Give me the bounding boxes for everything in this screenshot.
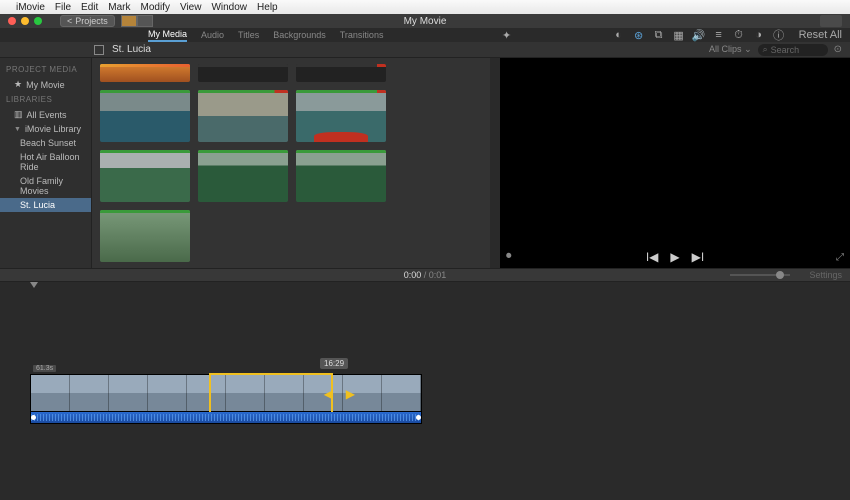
share-button[interactable] bbox=[820, 15, 842, 27]
sidebar-item-hot-air-balloon[interactable]: Hot Air Balloon Ride bbox=[0, 150, 91, 174]
media-browser bbox=[92, 58, 490, 268]
view-toggle[interactable] bbox=[121, 15, 153, 27]
browser-toolbar: St. Lucia All Clips ⌄ ⌕Search ⊙ bbox=[0, 42, 850, 58]
clip-thumbnail[interactable] bbox=[198, 150, 288, 202]
back-to-projects-button[interactable]: <Projects bbox=[60, 15, 115, 27]
color-correction-icon[interactable]: ⊛ bbox=[633, 29, 645, 41]
menu-view[interactable]: View bbox=[180, 2, 202, 13]
sidebar-item-old-family[interactable]: Old Family Movies bbox=[0, 174, 91, 198]
clip-thumbnail[interactable] bbox=[296, 150, 386, 202]
playback-controls: I◀ ▶ ▶I bbox=[646, 250, 704, 264]
crop-icon[interactable]: ⧉ bbox=[653, 29, 665, 41]
prev-button[interactable]: I◀ bbox=[646, 250, 659, 264]
fullscreen-icon[interactable]: ⤢ bbox=[836, 252, 844, 263]
menu-imovie[interactable]: iMovie bbox=[16, 2, 45, 13]
star-icon: ★ bbox=[14, 79, 22, 90]
current-event-label: St. Lucia bbox=[112, 44, 151, 55]
zoom-slider[interactable] bbox=[730, 274, 790, 276]
next-button[interactable]: ▶I bbox=[692, 250, 705, 264]
reset-all-button[interactable]: Reset All bbox=[799, 29, 842, 41]
calendar-icon: ▥ bbox=[14, 109, 23, 120]
clip-thumbnail[interactable] bbox=[100, 64, 190, 82]
current-time: 0:00 bbox=[404, 270, 422, 280]
sidebar-item-beach-sunset[interactable]: Beach Sunset bbox=[0, 136, 91, 150]
noise-icon[interactable]: ≡ bbox=[713, 29, 725, 41]
play-button[interactable]: ▶ bbox=[670, 250, 679, 264]
traffic-lights bbox=[0, 17, 42, 25]
tab-transitions[interactable]: Transitions bbox=[340, 30, 384, 40]
grid-view-icon[interactable] bbox=[94, 45, 104, 55]
timeline-clip[interactable]: 61.3s bbox=[30, 374, 422, 424]
clip-thumbnail[interactable] bbox=[100, 90, 190, 142]
timecode-bar: 0:00 / 0:01 Settings bbox=[0, 268, 850, 282]
window-title: My Movie bbox=[404, 16, 447, 27]
playhead-marker[interactable] bbox=[30, 282, 38, 288]
timecode-tooltip: 16:29 bbox=[320, 358, 348, 369]
audio-track[interactable] bbox=[30, 412, 422, 424]
clip-thumbnail[interactable] bbox=[296, 64, 386, 82]
preview-viewer: ⏺ I◀ ▶ ▶I ⤢ bbox=[500, 58, 850, 268]
main-area: PROJECT MEDIA ★My Movie LIBRARIES ▥All E… bbox=[0, 58, 850, 268]
menu-mark[interactable]: Mark bbox=[108, 2, 130, 13]
sidebar-header-project: PROJECT MEDIA bbox=[0, 62, 91, 77]
enhance-icon[interactable]: ✦ bbox=[502, 29, 511, 42]
tab-my-media[interactable]: My Media bbox=[148, 29, 187, 42]
minimize-button[interactable] bbox=[21, 17, 29, 25]
tab-backgrounds[interactable]: Backgrounds bbox=[273, 30, 326, 40]
zoom-button[interactable] bbox=[34, 17, 42, 25]
clip-thumbnail[interactable] bbox=[296, 90, 386, 142]
sidebar-item-my-movie[interactable]: ★My Movie bbox=[0, 77, 91, 92]
speed-icon[interactable]: ⏱ bbox=[733, 29, 745, 41]
duration: 0:01 bbox=[429, 270, 447, 280]
library-sidebar: PROJECT MEDIA ★My Movie LIBRARIES ▥All E… bbox=[0, 58, 92, 268]
macos-menubar: iMovie File Edit Mark Modify View Window… bbox=[0, 0, 850, 14]
menu-help[interactable]: Help bbox=[257, 2, 278, 13]
window-titlebar: <Projects My Movie bbox=[0, 14, 850, 28]
browser-options-icon[interactable]: ⊙ bbox=[834, 44, 842, 55]
sidebar-item-st-lucia[interactable]: St. Lucia bbox=[0, 198, 91, 212]
menu-edit[interactable]: Edit bbox=[81, 2, 98, 13]
fade-handle-left[interactable] bbox=[31, 415, 36, 420]
content-tabs: My Media Audio Titles Backgrounds Transi… bbox=[0, 28, 850, 42]
clip-duration-badge: 61.3s bbox=[33, 365, 56, 372]
clip-thumbnail[interactable] bbox=[198, 64, 288, 82]
color-balance-icon[interactable]: ◐ bbox=[613, 29, 625, 41]
timeline-settings-button[interactable]: Settings bbox=[809, 270, 842, 280]
tab-titles[interactable]: Titles bbox=[238, 30, 259, 40]
chevron-down-icon[interactable]: ▼ bbox=[14, 126, 21, 133]
sidebar-header-libraries: LIBRARIES bbox=[0, 92, 91, 107]
menu-modify[interactable]: Modify bbox=[141, 2, 170, 13]
filter-icon[interactable]: ◑ bbox=[753, 29, 765, 41]
sidebar-item-all-events[interactable]: ▥All Events bbox=[0, 107, 91, 122]
fade-handle-right[interactable] bbox=[416, 415, 421, 420]
info-icon[interactable]: ⓘ bbox=[773, 29, 785, 41]
sidebar-item-imovie-library[interactable]: ▼iMovie Library bbox=[0, 122, 91, 136]
waveform bbox=[31, 414, 421, 421]
menu-file[interactable]: File bbox=[55, 2, 71, 13]
stabilize-icon[interactable]: ▦ bbox=[673, 29, 685, 41]
timeline-area[interactable]: 16:29 61.3s bbox=[0, 282, 850, 500]
menu-window[interactable]: Window bbox=[211, 2, 247, 13]
clip-thumbnail[interactable] bbox=[100, 210, 190, 262]
voiceover-icon[interactable]: ⏺ bbox=[506, 250, 512, 263]
clip-thumbnail[interactable] bbox=[198, 90, 288, 142]
volume-icon[interactable]: 🔊 bbox=[693, 29, 705, 41]
tab-audio[interactable]: Audio bbox=[201, 30, 224, 40]
video-track[interactable] bbox=[30, 374, 422, 412]
search-input[interactable]: ⌕Search bbox=[758, 44, 828, 56]
clip-thumbnail[interactable] bbox=[100, 150, 190, 202]
clip-filter-dropdown[interactable]: All Clips ⌄ bbox=[709, 44, 752, 55]
adjustment-tools: ◐ ⊛ ⧉ ▦ 🔊 ≡ ⏱ ◑ ⓘ Reset All bbox=[613, 29, 842, 41]
close-button[interactable] bbox=[8, 17, 16, 25]
search-icon: ⌕ bbox=[763, 44, 768, 55]
